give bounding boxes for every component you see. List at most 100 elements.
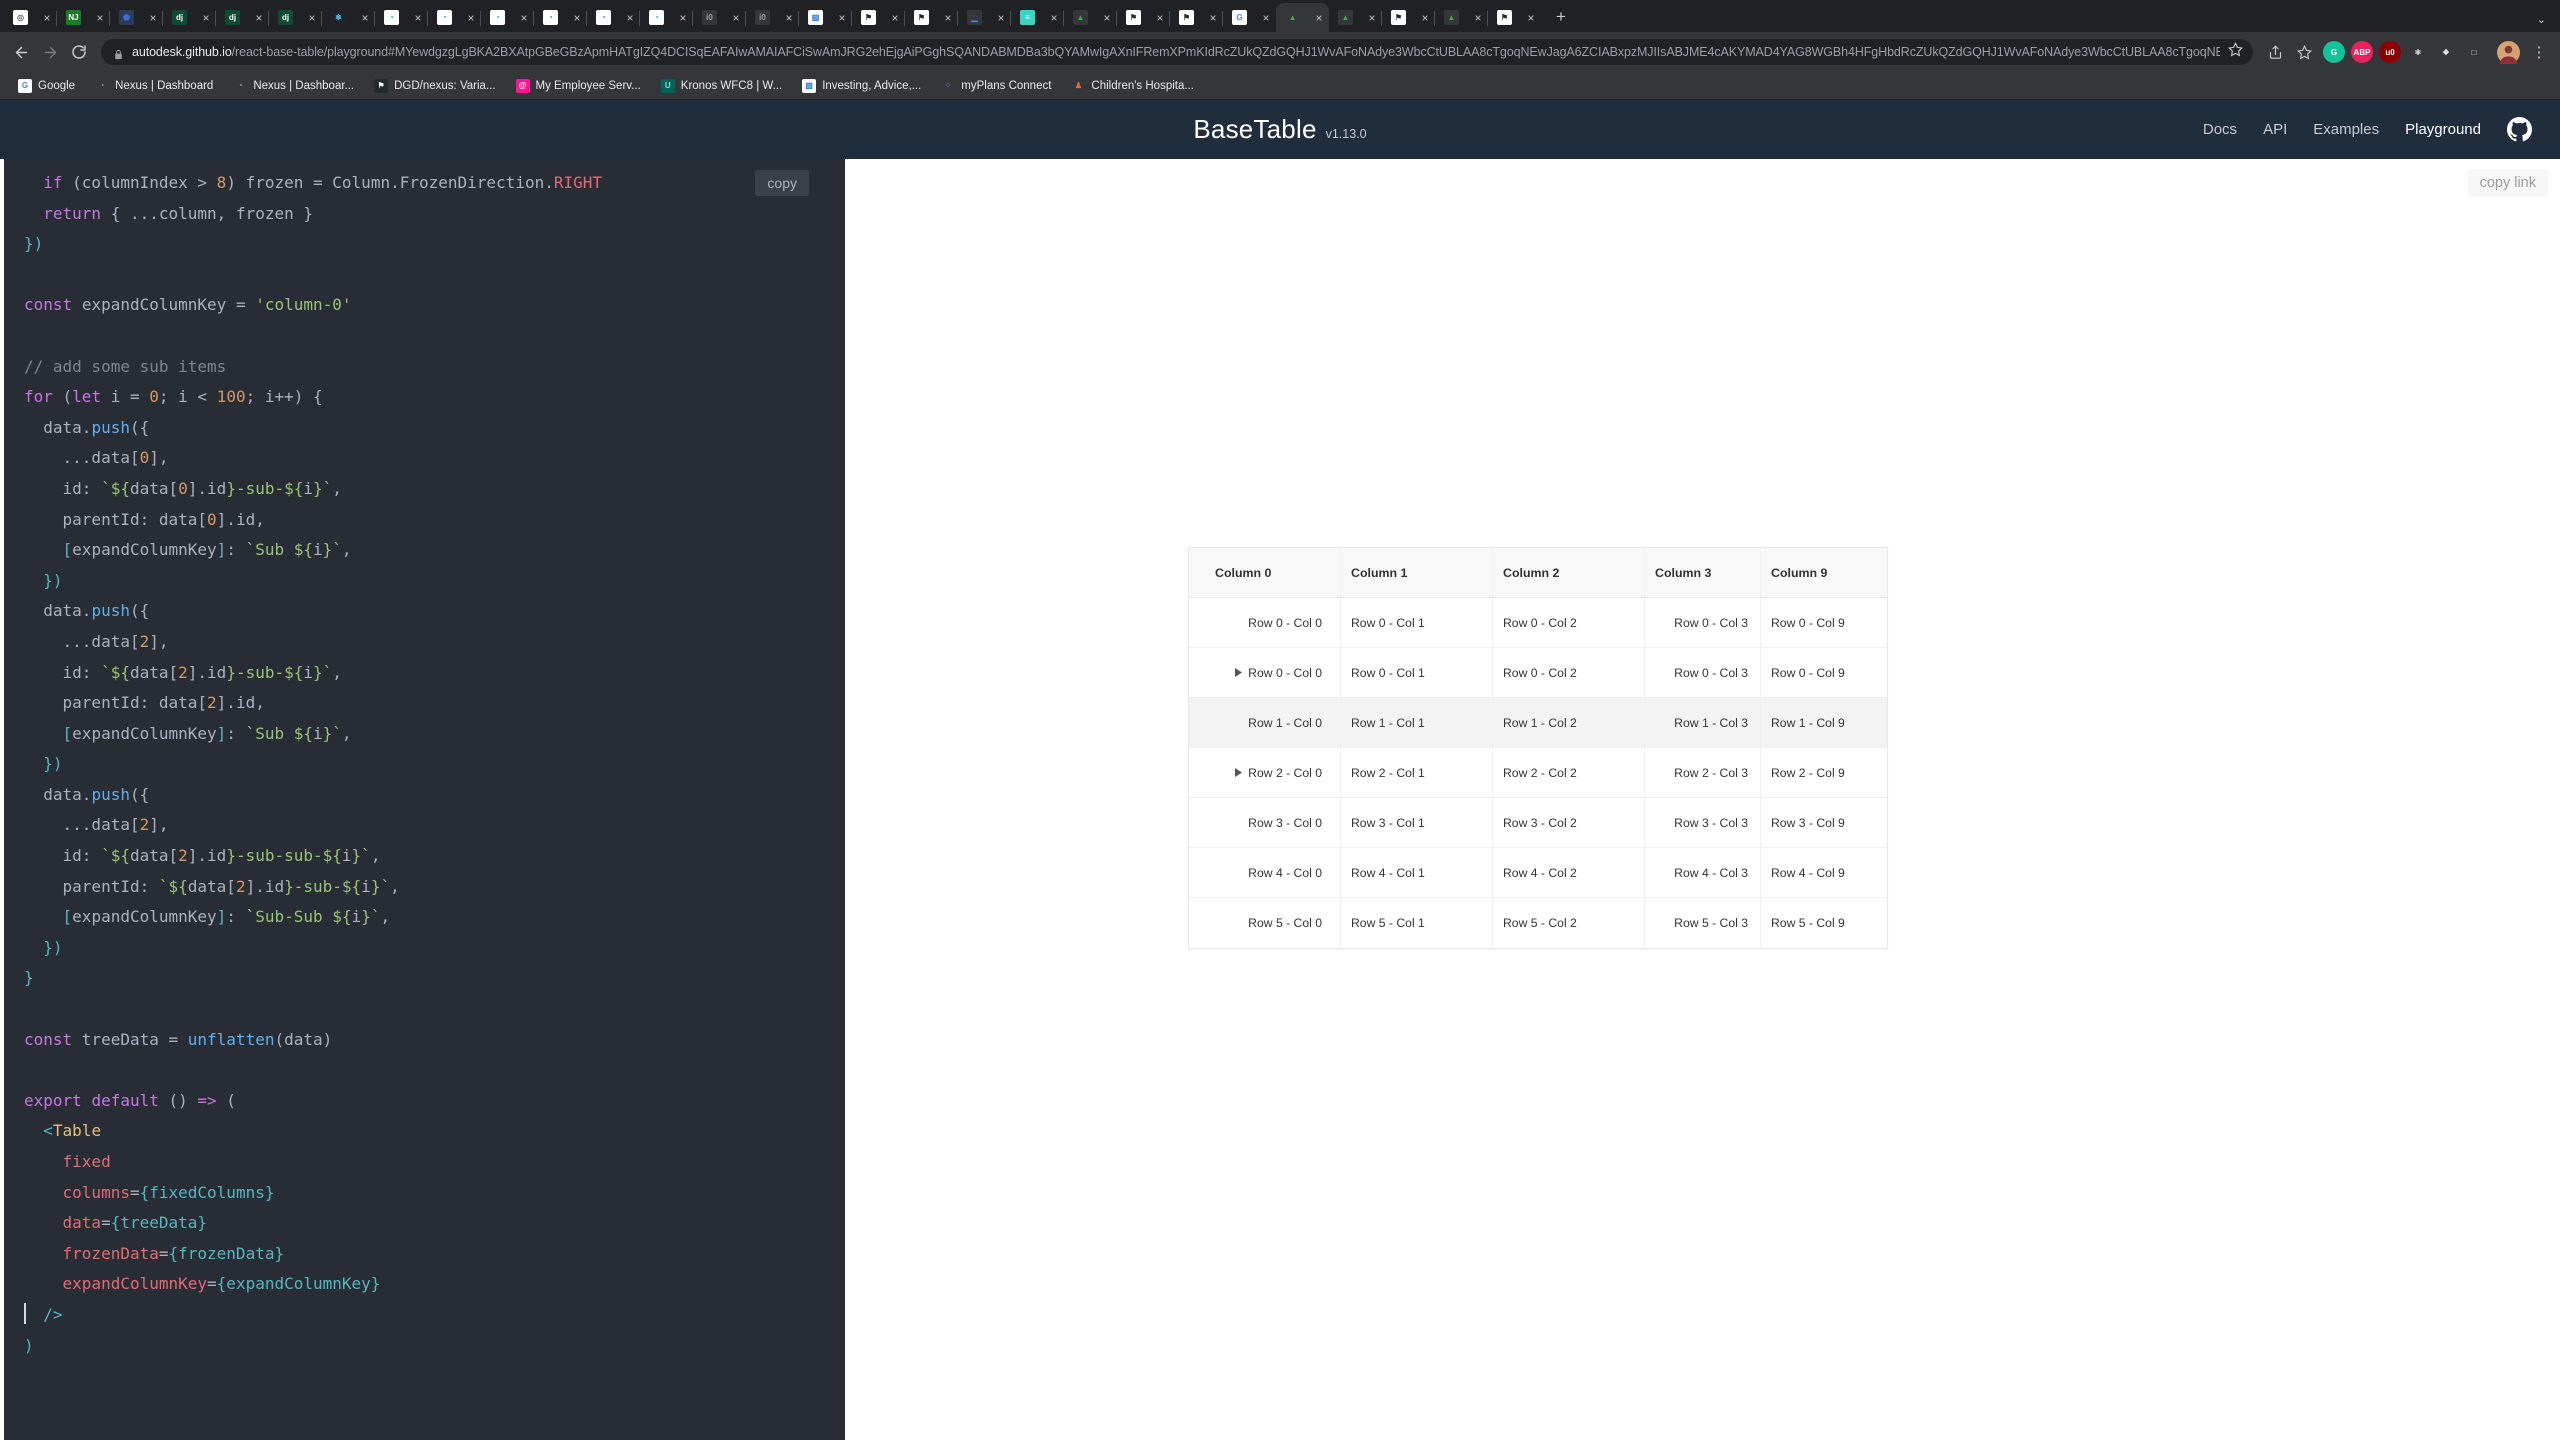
bookmark-item[interactable]: ⚑DGD/nexus: Varia... (366, 76, 503, 96)
close-icon[interactable]: × (1100, 11, 1114, 25)
react-devtools-icon[interactable]: ⚛ (2407, 41, 2429, 63)
browser-tab[interactable]: ◔Nex× (428, 3, 481, 32)
close-icon[interactable]: × (1206, 11, 1220, 25)
tab-search-button[interactable]: ⌄ (2537, 13, 2546, 26)
table-row[interactable]: Row 2 - Col 0Row 2 - Col 1Row 2 - Col 2R… (1189, 748, 1887, 798)
column-header[interactable]: Column 9 (1761, 548, 1887, 597)
table-row[interactable]: Row 5 - Col 0Row 5 - Col 1Row 5 - Col 2R… (1189, 898, 1887, 948)
nav-link-docs[interactable]: Docs (2203, 121, 2237, 138)
browser-tab[interactable]: ◔Nex× (534, 3, 587, 32)
close-icon[interactable]: × (1259, 11, 1273, 25)
close-icon[interactable]: × (941, 11, 955, 25)
browser-tab[interactable]: djQue× (163, 3, 216, 32)
browser-tab[interactable]: ◔Nex× (375, 3, 428, 32)
browser-tab[interactable]: ◔Nex× (640, 3, 693, 32)
bookmark-item[interactable]: @My Employee Serv... (508, 76, 649, 96)
browser-tab[interactable]: ⚛Con× (322, 3, 375, 32)
close-icon[interactable]: × (1047, 11, 1061, 25)
close-icon[interactable]: × (994, 11, 1008, 25)
close-icon[interactable]: × (835, 11, 849, 25)
nav-link-playground[interactable]: Playground (2405, 121, 2481, 138)
browser-tab[interactable]: djAgg× (216, 3, 269, 32)
table-row[interactable]: Row 0 - Col 0Row 0 - Col 1Row 0 - Col 2R… (1189, 648, 1887, 698)
table-row[interactable]: Row 4 - Col 0Row 4 - Col 1Row 4 - Col 2R… (1189, 848, 1887, 898)
close-icon[interactable]: × (623, 11, 637, 25)
bookmark-item[interactable]: GGoogle (10, 76, 83, 96)
close-icon[interactable]: × (93, 11, 107, 25)
browser-tab[interactable]: ⚑Sea× (1170, 3, 1223, 32)
browser-tab[interactable]: ⬟<For× (110, 3, 163, 32)
extensions-puzzle-icon[interactable]: ❖ (2435, 41, 2457, 63)
new-tab-button[interactable]: + (1547, 3, 1575, 31)
close-icon[interactable]: × (1312, 11, 1326, 25)
browser-tab[interactable]: ⚑Issu× (1382, 3, 1435, 32)
close-icon[interactable]: × (1471, 11, 1485, 25)
code-text[interactable]: if (columnIndex > 8) frozen = Column.Fro… (4, 159, 845, 1361)
browser-tab[interactable]: ▲Play× (1276, 3, 1329, 32)
reload-button[interactable] (66, 39, 92, 65)
avatar[interactable] (2497, 41, 2520, 64)
close-icon[interactable]: × (358, 11, 372, 25)
forward-button[interactable] (37, 39, 63, 65)
table-row[interactable]: Row 3 - Col 0Row 3 - Col 1Row 3 - Col 2R… (1189, 798, 1887, 848)
browser-tab[interactable]: ◎Wha× (4, 3, 57, 32)
browser-tab[interactable]: Greac× (1223, 3, 1276, 32)
close-icon[interactable]: × (676, 11, 690, 25)
bookmark-item[interactable]: ◔Nexus | Dashboard (87, 76, 221, 96)
nav-link-api[interactable]: API (2263, 121, 2287, 138)
table-row[interactable]: Row 1 - Col 0Row 1 - Col 1Row 1 - Col 2R… (1189, 698, 1887, 748)
address-bar[interactable]: autodesk.github.io/react-base-table/play… (101, 39, 2253, 65)
browser-tab[interactable]: ⚑feat× (1117, 3, 1170, 32)
bookmark-item[interactable]: ▧Investing, Advice,... (794, 76, 929, 96)
expand-chevron-icon[interactable] (1235, 768, 1245, 778)
window-icon[interactable]: □ (2463, 41, 2485, 63)
copy-link-button[interactable]: copy link (2468, 169, 2548, 197)
close-icon[interactable]: × (888, 11, 902, 25)
bookmark-item[interactable]: UKronos WFC8 | W... (653, 76, 790, 96)
share-icon[interactable] (2262, 39, 2288, 65)
close-icon[interactable]: × (464, 11, 478, 25)
browser-tab[interactable]: djMan× (269, 3, 322, 32)
column-header[interactable]: Column 2 (1493, 548, 1645, 597)
close-icon[interactable]: × (1365, 11, 1379, 25)
browser-tab[interactable]: ◔Nex× (587, 3, 640, 32)
chrome-menu-button[interactable]: ⋮ (2526, 39, 2552, 65)
browser-tab[interactable]: ▁Loda× (958, 3, 1011, 32)
browser-tab[interactable]: ▲API:× (1329, 3, 1382, 32)
browser-tab[interactable]: ⚑New× (1488, 3, 1541, 32)
bookmark-star-icon[interactable] (2228, 42, 2243, 62)
browser-tab[interactable]: ⚑Kno× (905, 3, 958, 32)
ublock-icon[interactable]: u0 (2379, 41, 2401, 63)
bookmark-star-toolbar-icon[interactable] (2291, 39, 2317, 65)
column-header[interactable]: Column 3 (1645, 548, 1761, 597)
table-row[interactable]: Row 0 - Col 0Row 0 - Col 1Row 0 - Col 2R… (1189, 598, 1887, 648)
grammarly-icon[interactable]: G (2323, 41, 2345, 63)
browser-tab[interactable]: NJNun× (57, 3, 110, 32)
close-icon[interactable]: × (305, 11, 319, 25)
expand-chevron-icon[interactable] (1235, 668, 1245, 678)
close-icon[interactable]: × (517, 11, 531, 25)
browser-tab[interactable]: ⚑Issu× (852, 3, 905, 32)
browser-tab[interactable]: ▲Doc× (1064, 3, 1117, 32)
back-button[interactable] (8, 39, 34, 65)
close-icon[interactable]: × (782, 11, 796, 25)
browser-tab[interactable]: ἱ0loca× (746, 3, 799, 32)
adblockplus-icon[interactable]: ABP (2351, 41, 2373, 63)
close-icon[interactable]: × (199, 11, 213, 25)
close-icon[interactable]: × (146, 11, 160, 25)
column-header[interactable]: Column 0 (1189, 548, 1341, 597)
column-header[interactable]: Column 1 (1341, 548, 1493, 597)
close-icon[interactable]: × (729, 11, 743, 25)
bookmark-item[interactable]: ◔Nexus | Dashboar... (225, 76, 362, 96)
close-icon[interactable]: × (1418, 11, 1432, 25)
nav-link-examples[interactable]: Examples (2313, 121, 2379, 138)
close-icon[interactable]: × (40, 11, 54, 25)
close-icon[interactable]: × (411, 11, 425, 25)
bookmark-item[interactable]: ⁘myPlans Connect (933, 76, 1059, 96)
browser-tab[interactable]: ▧202× (799, 3, 852, 32)
browser-tab[interactable]: ἱ0loca× (693, 3, 746, 32)
copy-button[interactable]: copy (755, 170, 809, 196)
browser-tab[interactable]: ◔Nex× (481, 3, 534, 32)
close-icon[interactable]: × (252, 11, 266, 25)
github-icon[interactable] (2507, 117, 2532, 142)
